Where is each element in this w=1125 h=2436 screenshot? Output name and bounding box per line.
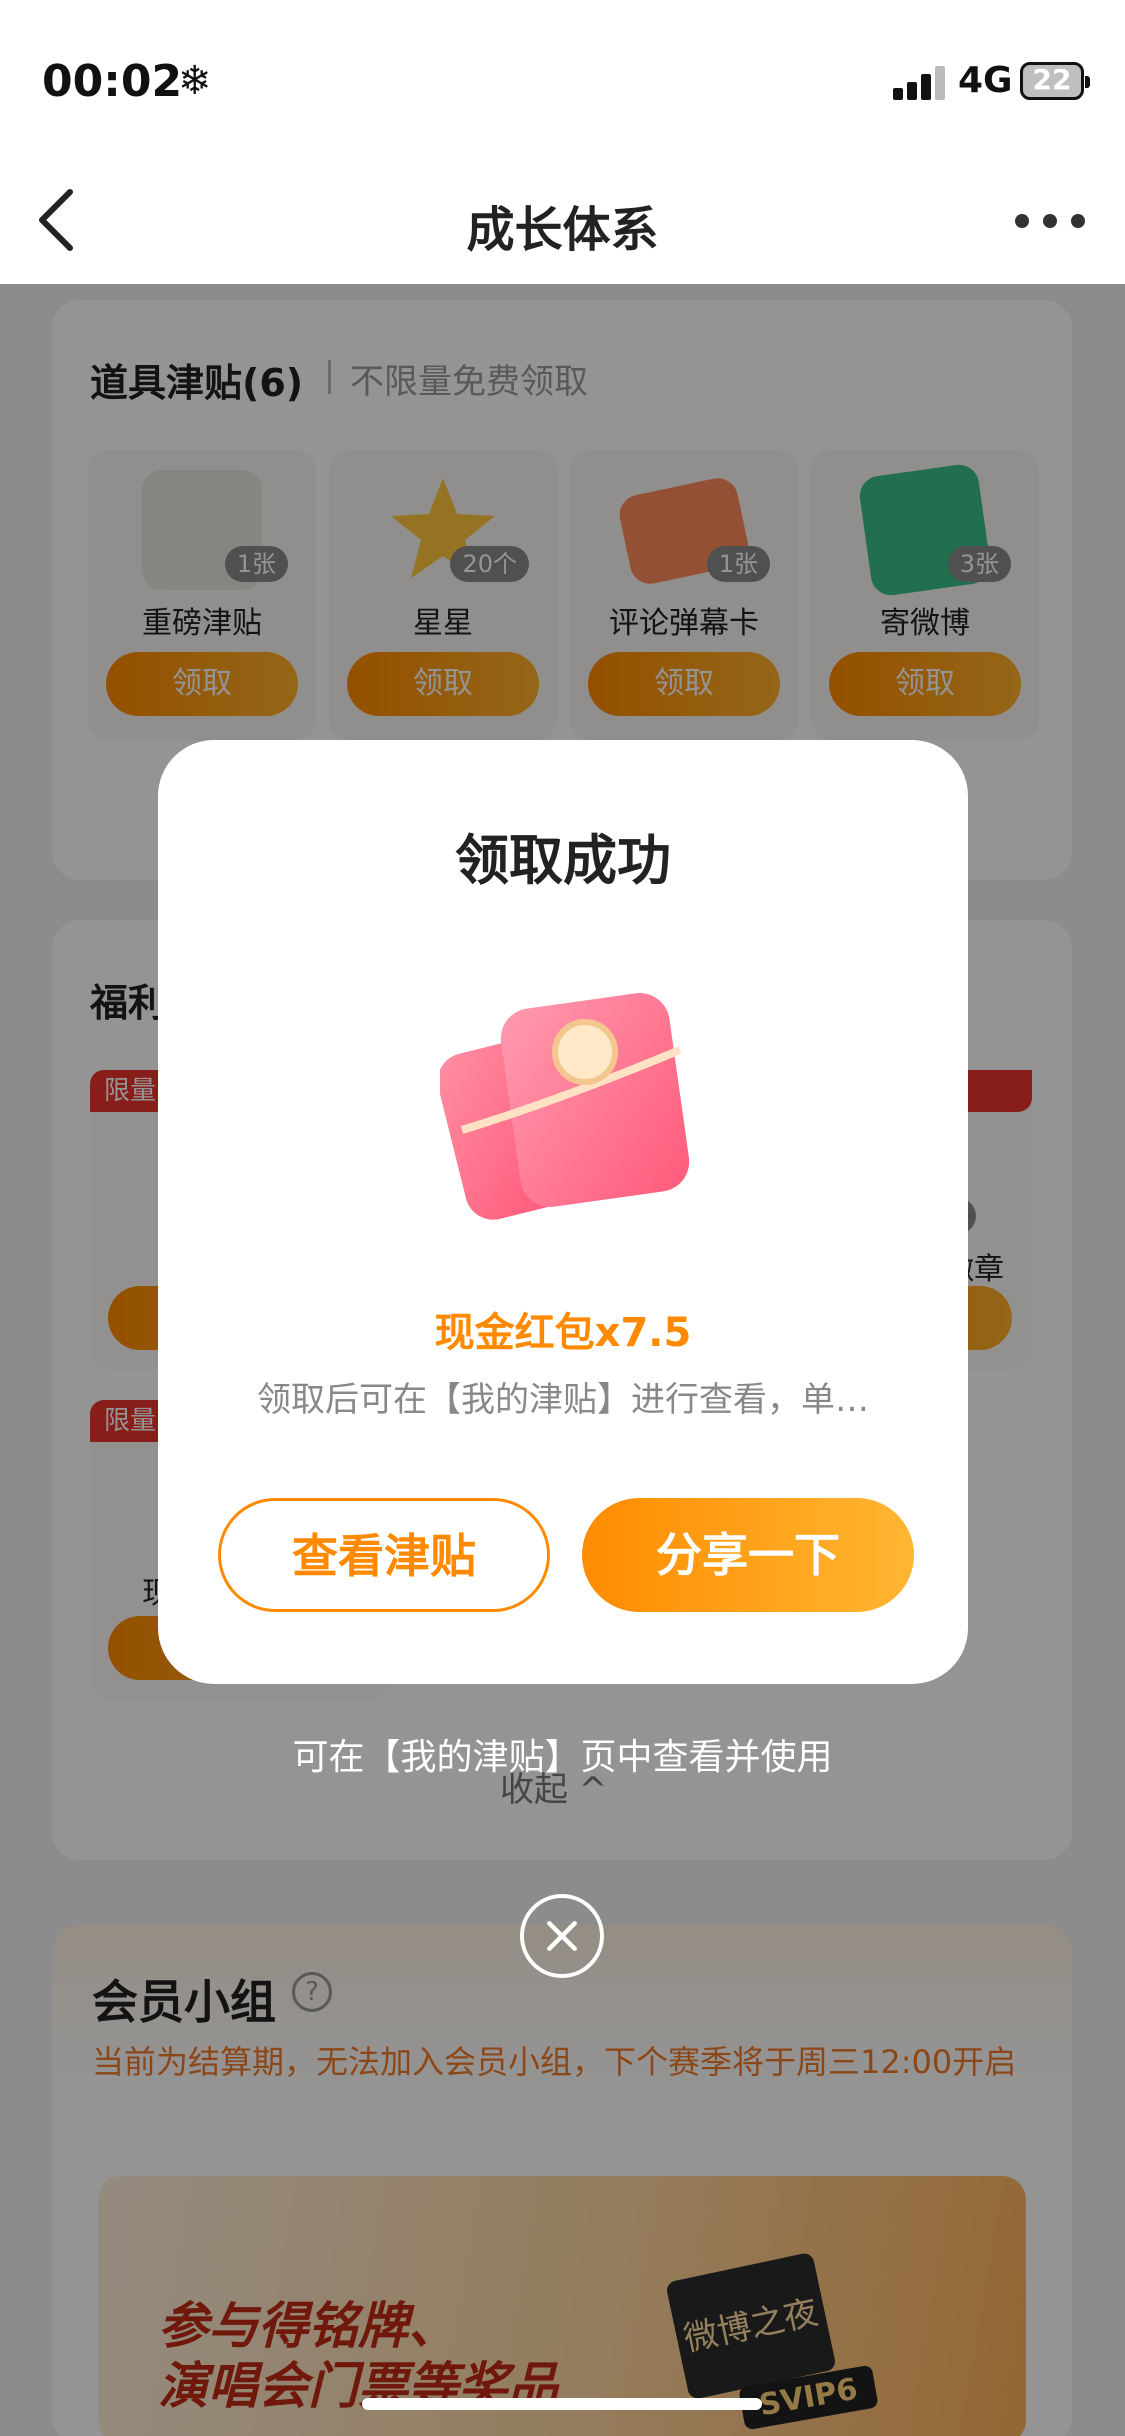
dialog-desc: 领取后可在【我的津贴】进行查看，单…	[257, 1380, 869, 1420]
snowflake-icon: ❄	[178, 58, 212, 104]
page-title: 成长体系	[466, 202, 659, 258]
reward-amount: 现金红包x7.5	[434, 1310, 692, 1356]
close-icon[interactable]	[520, 1894, 604, 1978]
bottom-tip: 可在【我的津贴】页中查看并使用	[292, 1737, 833, 1778]
success-dialog: 领取成功 现金红包x7.5 领取后可在【我的津贴】进行查看，单… 查看津贴 分享…	[158, 740, 968, 1684]
network-type: 4G	[958, 60, 1013, 101]
signal-icon	[893, 66, 947, 100]
battery-icon: 22	[1020, 62, 1090, 100]
nav-bar: 成长体系	[0, 160, 1125, 284]
view-allowance-button[interactable]: 查看津贴	[218, 1498, 550, 1612]
battery-level: 22	[1032, 63, 1072, 96]
red-envelope-icon	[440, 993, 690, 1220]
dialog-title: 领取成功	[455, 829, 671, 892]
status-time: 00:02	[42, 56, 183, 107]
share-button[interactable]: 分享一下	[582, 1498, 914, 1612]
status-bar: 00:02 ❄ 4G 22	[0, 0, 1125, 160]
more-icon[interactable]	[1015, 210, 1085, 230]
home-indicator[interactable]	[362, 2398, 762, 2410]
